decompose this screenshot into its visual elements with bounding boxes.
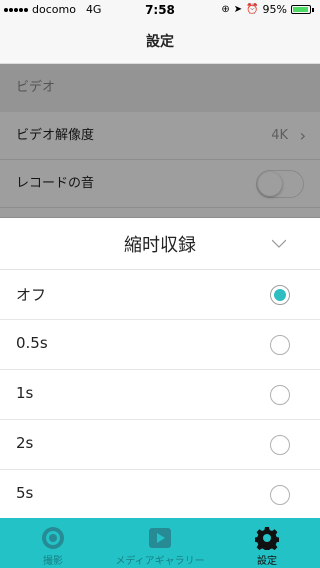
battery-tip bbox=[312, 7, 314, 12]
option-row[interactable]: 0.5s bbox=[0, 320, 320, 370]
status-bar: docomo 4G 7:58 ⊕ ➤ ⏰ 95% bbox=[0, 0, 320, 20]
radio-button[interactable] bbox=[270, 385, 290, 405]
play-icon bbox=[149, 528, 171, 548]
option-label: 0.5s bbox=[16, 334, 48, 352]
location-icon: ➤ bbox=[233, 4, 243, 15]
tab-media-gallery-label: メディアギャラリー bbox=[115, 556, 205, 567]
timelapse-sheet: 縮时収録 オフ 0.5s 1s 2s 5s bbox=[0, 218, 320, 518]
tab-camera-label: 撮影 bbox=[43, 556, 63, 567]
orientation-lock-icon: ⊕ bbox=[221, 4, 230, 15]
status-right: ⊕ ➤ ⏰ 95% bbox=[221, 3, 314, 16]
battery-percent: 95% bbox=[262, 3, 287, 16]
tab-bar: 撮影 メディアギャラリー 設定 bbox=[0, 518, 320, 568]
page-title: 設定 bbox=[146, 34, 174, 50]
option-row[interactable]: オフ bbox=[0, 270, 320, 320]
option-label: オフ bbox=[16, 286, 47, 304]
option-row[interactable]: 1s bbox=[0, 370, 320, 420]
option-label: 2s bbox=[16, 434, 34, 452]
tab-settings-label: 設定 bbox=[257, 556, 277, 567]
battery-icon bbox=[291, 5, 311, 14]
option-row[interactable]: 5s bbox=[0, 470, 320, 520]
option-row[interactable]: 2s bbox=[0, 420, 320, 470]
radio-button[interactable] bbox=[270, 285, 290, 305]
option-label: 5s bbox=[16, 484, 34, 502]
radio-button[interactable] bbox=[270, 485, 290, 505]
sheet-header: 縮时収録 bbox=[0, 218, 320, 270]
chevron-down-icon[interactable] bbox=[272, 236, 286, 250]
modal-backdrop[interactable] bbox=[0, 64, 320, 218]
nav-bar: 設定 bbox=[0, 20, 320, 64]
gear-icon bbox=[255, 527, 279, 550]
tab-settings[interactable]: 設定 bbox=[214, 518, 320, 568]
radio-button[interactable] bbox=[270, 335, 290, 355]
radio-button[interactable] bbox=[270, 435, 290, 455]
alarm-icon: ⏰ bbox=[246, 4, 259, 15]
tab-camera[interactable]: 撮影 bbox=[0, 518, 106, 568]
option-label: 1s bbox=[16, 384, 34, 402]
camera-icon bbox=[42, 527, 64, 549]
tab-media-gallery[interactable]: メディアギャラリー bbox=[106, 518, 214, 568]
